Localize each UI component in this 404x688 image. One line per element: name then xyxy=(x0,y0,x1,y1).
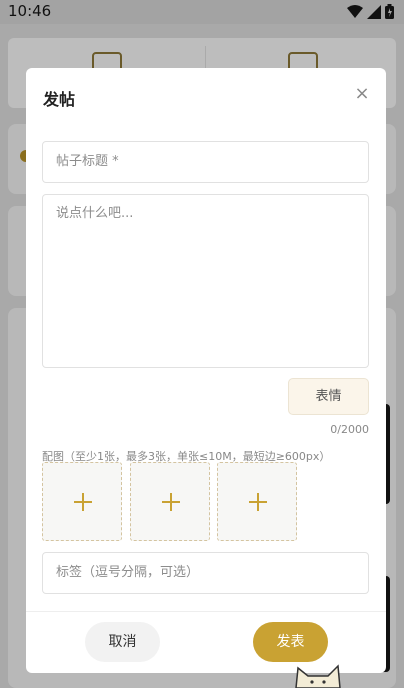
add-image-slot-2[interactable] xyxy=(130,462,210,541)
emoji-button[interactable]: 表情 xyxy=(288,378,369,415)
tags-input[interactable]: 标签（逗号分隔，可选） xyxy=(42,552,369,594)
cat-mascot-icon xyxy=(295,664,341,688)
footer-divider xyxy=(26,611,386,612)
post-dialog: 发帖 × 帖子标题 * 说点什么吧... 表情 0/2000 配图（至少1张，最… xyxy=(26,68,386,673)
add-image-slot-1[interactable] xyxy=(42,462,122,541)
post-title-input[interactable]: 帖子标题 * xyxy=(42,141,369,183)
wifi-icon xyxy=(347,4,363,18)
battery-icon xyxy=(385,4,394,19)
add-image-slot-3[interactable] xyxy=(217,462,297,541)
char-counter: 0/2000 xyxy=(330,423,369,436)
status-bar: 10:46 xyxy=(0,0,404,24)
dialog-title: 发帖 xyxy=(43,90,76,109)
status-icons xyxy=(347,4,394,19)
signal-icon xyxy=(367,4,381,19)
post-content-textarea[interactable]: 说点什么吧... xyxy=(42,194,369,368)
close-icon[interactable]: × xyxy=(352,84,372,104)
cancel-button[interactable]: 取消 xyxy=(85,622,160,662)
submit-button[interactable]: 发表 xyxy=(253,622,328,662)
status-time: 10:46 xyxy=(8,2,52,20)
